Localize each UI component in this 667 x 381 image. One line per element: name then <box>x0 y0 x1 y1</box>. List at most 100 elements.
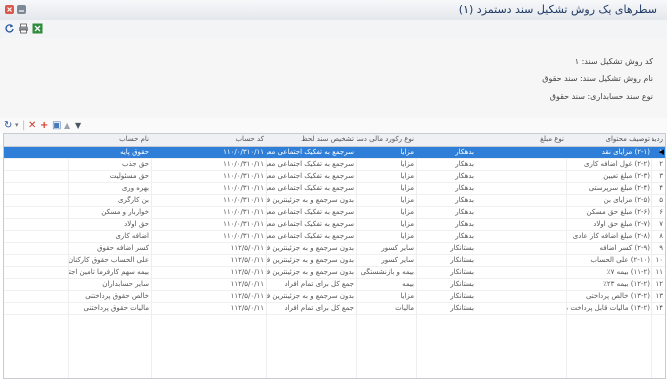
window-title: سطرهای یک روش تشکیل سند دستمزد (۱) <box>458 3 657 16</box>
amount-type-cell: بدهکار <box>455 184 474 192</box>
record-type-cell: مزایا <box>400 172 414 180</box>
account-code-cell: ۱۱۲/۵/۰/۱۱ <box>230 280 264 288</box>
document-detection-cell: بدون سرجمع و به جزئینترین فرم معادل <box>267 244 354 252</box>
minimize-icon[interactable] <box>17 5 26 14</box>
row-number-cell: ۹ <box>659 244 663 252</box>
amount-type-cell: بستانکار <box>450 292 474 300</box>
table-header: ردیف توصیف محتوای نوع مبلغ نوع رکورد مال… <box>4 134 665 147</box>
record-type-cell: مزایا <box>400 232 414 240</box>
table-row[interactable]: ۱۱ (۱۱-۲) بیمه ۷٪ بستانکار بیمه و بازنشستگی… <box>4 267 665 279</box>
account-code-cell: ۱۱۰/۰/۳۱۰/۱۱ <box>223 184 264 192</box>
document-type: نوع سند حسابداری: سند حقوق <box>549 92 653 101</box>
column-header-account-name[interactable]: نام حساب <box>69 135 149 143</box>
document-detection-cell: بدون سرجمع و به جزئینترین فرم معادل <box>267 268 354 276</box>
table-row[interactable]: ۹ (۲-۹) کسر اضافه بستانکار سایر کسور بدون سر… <box>4 243 665 255</box>
column-header-description[interactable]: توصیف محتوای <box>567 135 650 143</box>
record-type-cell: مزایا <box>400 160 414 168</box>
table-row[interactable]: ۱۴ (۱۴-۲) مالیات قابل پرداخت ماه جاری بستا… <box>4 303 665 315</box>
account-code-cell: ۱۱۰/۰/۳۱۰/۱۱ <box>223 232 264 240</box>
account-name-cell: حقوق پایه <box>120 148 149 156</box>
grid-toolbar: ↻ ▾ | ✕ + ▣ ▲ ▼ <box>0 118 667 133</box>
delete-icon[interactable]: ✕ <box>28 120 36 131</box>
column-header-document-detection[interactable]: تشخیص سند لحظ <box>267 135 354 143</box>
account-code-cell: ۱۱۰/۰/۳۱۰/۱۱ <box>223 208 264 216</box>
table-row[interactable]: ۵ (۲-۵) مزایای بن بدهکار مزایا بدون سرجمع و … <box>4 195 665 207</box>
table-row[interactable]: ۳ (۲-۳) مبلغ تعیین بدهکار مزایا سرجمع به تفک… <box>4 171 665 183</box>
column-header-amount-type[interactable]: نوع مبلغ <box>417 135 564 143</box>
document-detection-cell: جمع کل برای تمام افراد <box>284 280 354 288</box>
table-row[interactable]: ۱۰ (۲-۱۰) علی الحساب بستانکار سایر کسور بدون… <box>4 255 665 267</box>
amount-type-cell: بدهکار <box>455 172 474 180</box>
account-name-cell: مالیات حقوق پرداختنی <box>83 304 149 312</box>
title-bar: سطرهای یک روش تشکیل سند دستمزد (۱) <box>0 0 667 21</box>
account-name-cell: کسر اضافه حقوق <box>97 244 149 252</box>
description-cell: (۲-۱۰) علی الحساب <box>590 256 650 264</box>
table-row[interactable]: ۲ (۲-۲) غول اضافه کاری بدهکار مزایا سرجمع به… <box>4 159 665 171</box>
copy-icon[interactable]: ▣ <box>52 120 61 131</box>
table-row[interactable]: ۸ (۲-۸) مبلغ اضافه کار عادی بدهکار مزایا سرج… <box>4 231 665 243</box>
table-row[interactable]: ۱۲ (۱۲-۲) بیمه ۲۳٪ بستانکار بیمه جمع کل برای… <box>4 279 665 291</box>
record-type-cell: مزایا <box>400 196 414 204</box>
amount-type-cell: بستانکار <box>450 268 474 276</box>
row-number-cell: ۱۱ <box>655 268 663 276</box>
record-type-cell: سایر کسور <box>381 244 414 252</box>
document-lines-table[interactable]: ردیف توصیف محتوای نوع مبلغ نوع رکورد مال… <box>3 133 666 379</box>
row-number-cell: ۷ <box>659 220 663 228</box>
row-number-cell: ۱۴ <box>655 304 663 312</box>
record-type-cell: مزایا <box>400 148 414 156</box>
account-name-cell: حق جذب <box>122 160 149 168</box>
column-header-row-number[interactable]: ردیف <box>652 135 663 143</box>
column-header-record-type[interactable]: نوع رکورد مالی دستمزد <box>357 135 414 143</box>
record-type-cell: مزایا <box>400 184 414 192</box>
move-down-icon[interactable]: ▼ <box>75 120 81 131</box>
amount-type-cell: بدهکار <box>455 196 474 204</box>
row-pointer-icon: ◀ <box>658 148 664 156</box>
row-number-cell: ۲ <box>659 160 663 168</box>
row-number-cell: ۱۲ <box>655 280 663 288</box>
document-detection-cell: سرجمع به تفکیک اجتماعی معینکننده <box>267 184 354 192</box>
chevron-down-icon[interactable]: ▾ <box>15 120 19 131</box>
account-name-cell: بهره وری <box>121 184 149 192</box>
account-name-cell: حق اولاد <box>124 220 149 228</box>
excel-icon[interactable] <box>32 23 43 34</box>
description-cell: (۲-۷) مبلغ حق اولاد <box>593 220 650 228</box>
document-detection-cell: بدون سرجمع و به جزئینترین فرم معادل <box>267 196 354 204</box>
account-name-cell: اضافه کاری <box>115 232 149 240</box>
document-method-code: کد روش تشکیل سند: ۱ <box>574 57 653 66</box>
refresh-icon[interactable] <box>4 23 15 34</box>
close-icon[interactable] <box>5 5 14 14</box>
main-toolbar <box>0 20 667 39</box>
description-cell: (۲-۳) مبلغ تعیین <box>603 172 650 180</box>
column-header-account-code[interactable]: کد حساب <box>152 135 264 143</box>
table-row[interactable]: ۱۳ (۱۳-۲) خالص پرداختی بستانکار مزایا بدون س… <box>4 291 665 303</box>
account-code-cell: ۱۱۲/۵/۰/۱۱ <box>230 244 264 252</box>
row-number-cell: ۵ <box>659 196 663 204</box>
document-detection-cell: سرجمع به تفکیک اجتماعی معینکننده <box>267 148 354 156</box>
print-icon[interactable] <box>18 23 29 34</box>
description-cell: (۱۳-۲) خالص پرداختی <box>585 292 650 300</box>
table-row[interactable]: ۴ (۲-۴) مبلغ سرپرستی بدهکار مزایا سرجمع به ت… <box>4 183 665 195</box>
account-name-cell: حق مسئولیت <box>109 172 149 180</box>
separator-icon: | <box>22 120 26 131</box>
table-row[interactable]: ۶ (۲-۶) مبلغ حق مسکن بدهکار مزایا سرجمع به ت… <box>4 207 665 219</box>
document-detection-cell: بدون سرجمع و به جزئینترین فرم معادل <box>267 256 354 264</box>
description-cell: (۲-۹) کسر اضافه <box>599 244 650 252</box>
record-type-cell: سایر کسور <box>381 256 414 264</box>
account-code-cell: ۱۱۲/۵/۰/۱۱ <box>230 268 264 276</box>
row-number-cell: ۴ <box>659 184 663 192</box>
description-cell: (۲-۴) مبلغ سرپرستی <box>588 184 650 192</box>
record-type-cell: مزایا <box>400 220 414 228</box>
account-code-cell: ۱۱۲/۵/۰/۱۱ <box>230 292 264 300</box>
table-row[interactable]: ۱ (۲-۱) مزایای نقد بدهکار مزایا سرجمع به تفک… <box>4 147 665 159</box>
table-row[interactable]: ۷ (۲-۷) مبلغ حق اولاد بدهکار مزایا سرجمع به … <box>4 219 665 231</box>
row-number-cell: ۸ <box>659 232 663 240</box>
move-up-icon[interactable]: ▲ <box>64 120 70 131</box>
amount-type-cell: بدهکار <box>455 232 474 240</box>
account-code-cell: ۱۱۰/۰/۳۱۰/۱۱ <box>223 196 264 204</box>
row-number-cell: ۶ <box>659 208 663 216</box>
info-panel: کد روش تشکیل سند: ۱ نام روش تشکیل سند: س… <box>0 38 667 119</box>
amount-type-cell: بدهکار <box>455 220 474 228</box>
row-number-cell: ۱۳ <box>655 292 663 300</box>
dropdown-icon[interactable]: ↻ <box>4 120 12 131</box>
add-icon[interactable]: + <box>40 120 48 131</box>
